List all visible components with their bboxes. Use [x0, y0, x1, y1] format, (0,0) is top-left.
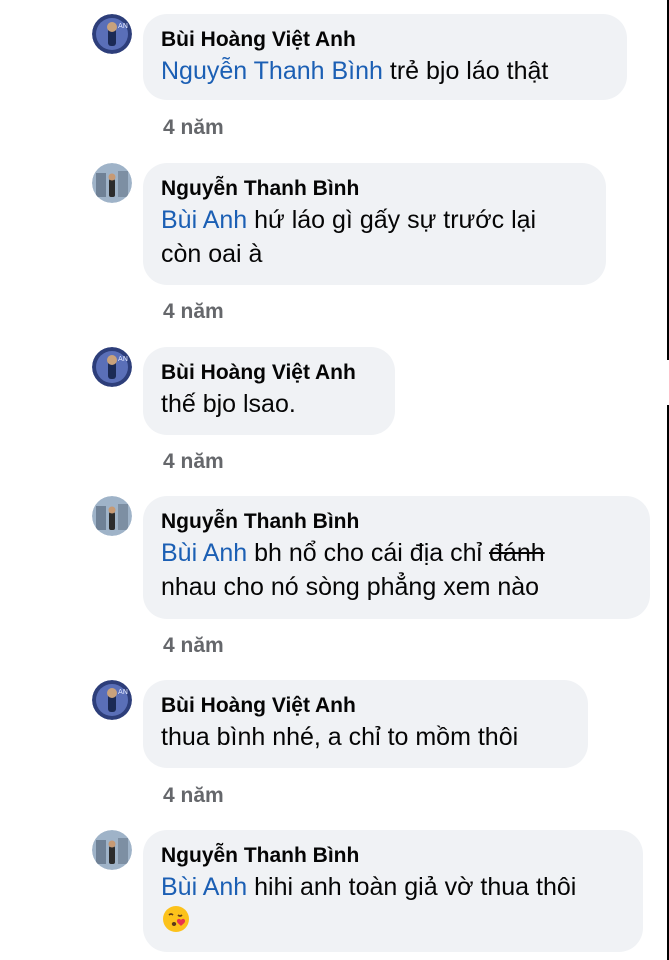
comment-body-line2: nhau cho nó sòng phẳng xem nào — [161, 573, 540, 601]
avatar[interactable]: AN — [92, 680, 132, 720]
comment-text: Bùi Anh hứ láo gì gấy sự trước lại còn o… — [161, 203, 588, 271]
comment-timestamp[interactable]: 4 năm — [163, 784, 224, 808]
comment-bubble: Bùi Hoàng Việt Anh Nguyễn Thanh Bình trẻ… — [143, 14, 627, 100]
svg-text:AN: AN — [118, 22, 128, 30]
svg-text:AN: AN — [118, 688, 128, 696]
face-blowing-kiss-emoji — [161, 904, 191, 943]
comment-timestamp[interactable]: 4 năm — [163, 116, 224, 140]
comment-body: bh nổ cho cái địa chỉ — [247, 539, 490, 567]
avatar[interactable] — [92, 830, 132, 870]
comment-bubble: Nguyễn Thanh Bình Bùi Anh hứ láo gì gấy … — [143, 163, 606, 285]
comment-bubble: Bùi Hoàng Việt Anh thế bjo lsao. — [143, 347, 395, 435]
comment-author[interactable]: Bùi Hoàng Việt Anh — [161, 692, 570, 720]
avatar[interactable] — [92, 496, 132, 536]
mention-link[interactable]: Bùi Anh — [161, 873, 247, 901]
mention-link[interactable]: Bùi Anh — [161, 539, 247, 567]
comment-body: hihi anh toàn giả vờ thua thôi — [247, 873, 577, 901]
comment-author[interactable]: Nguyễn Thanh Bình — [161, 842, 625, 870]
comment-timestamp[interactable]: 4 năm — [163, 300, 224, 324]
strikethrough-text: đánh — [489, 539, 545, 567]
mention-link[interactable]: Nguyễn Thanh Bình — [161, 57, 383, 85]
comment-author[interactable]: Nguyễn Thanh Bình — [161, 175, 588, 203]
avatar[interactable] — [92, 163, 132, 203]
avatar[interactable]: AN — [92, 14, 132, 54]
comment-text: Bùi Anh hihi anh toàn giả vờ thua thôi — [161, 870, 625, 943]
comment-author[interactable]: Nguyễn Thanh Bình — [161, 508, 632, 536]
comment-body: hứ láo gì gấy sự trước lại — [247, 206, 537, 234]
comment-bubble: Nguyễn Thanh Bình Bùi Anh hihi anh toàn … — [143, 830, 643, 952]
comment-bubble: Bùi Hoàng Việt Anh thua bình nhé, a chỉ … — [143, 680, 588, 768]
comment-body: thế bjo lsao. — [161, 390, 296, 418]
comment-bubble: Nguyễn Thanh Bình Bùi Anh bh nổ cho cái … — [143, 496, 650, 619]
comment-timestamp[interactable]: 4 năm — [163, 634, 224, 658]
comment-text: Bùi Anh bh nổ cho cái địa chỉ đánh nhau … — [161, 536, 632, 604]
comment-timestamp[interactable]: 4 năm — [163, 450, 224, 474]
comment-text: Nguyễn Thanh Bình trẻ bjo láo thật — [161, 54, 609, 88]
comment-author[interactable]: Bùi Hoàng Việt Anh — [161, 359, 377, 387]
comment-body: trẻ bjo láo thật — [382, 57, 549, 85]
comment-body-line2: còn oai à — [161, 240, 263, 268]
comment-author[interactable]: Bùi Hoàng Việt Anh — [161, 26, 609, 54]
avatar[interactable]: AN — [92, 347, 132, 387]
mention-link[interactable]: Bùi Anh — [161, 206, 247, 234]
comment-body: thua bình nhé, a chỉ to mồm thôi — [161, 723, 519, 751]
svg-text:AN: AN — [118, 355, 128, 363]
